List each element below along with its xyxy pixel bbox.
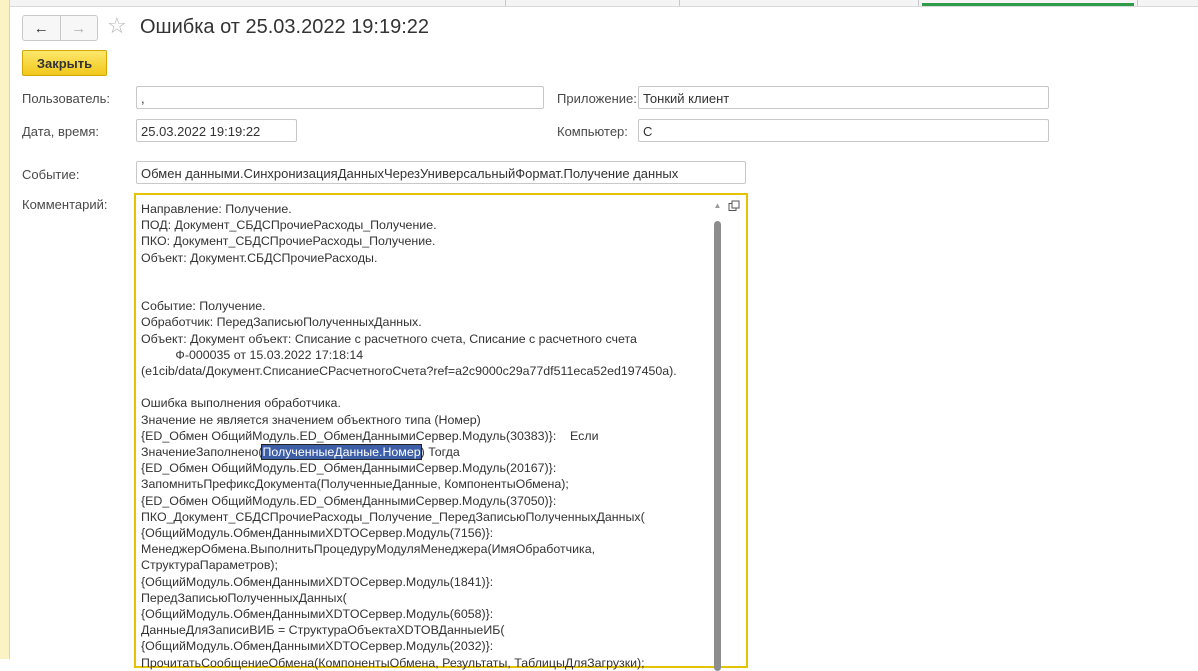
active-tab-indicator [922,3,1134,6]
arrow-right-icon: → [71,19,87,37]
comment-textarea[interactable]: Направление: Получение. ПОД: Документ_СБ… [134,193,748,671]
comment-text[interactable]: Направление: Получение. ПОД: Документ_СБ… [141,201,716,671]
expand-field-icon[interactable] [728,200,740,212]
arrow-left-icon: ← [33,19,49,37]
comment-label: Комментарий: [22,197,108,212]
user-field[interactable]: , [136,86,544,109]
datetime-label: Дата, время: [22,124,99,139]
scrollbar-thumb[interactable] [714,221,721,671]
user-label: Пользователь: [22,91,110,106]
page-title: Ошибка от 25.03.2022 19:19:22 [140,16,430,38]
close-button[interactable]: Закрыть [22,50,107,76]
favorite-star-icon[interactable]: ☆ [107,15,129,37]
side-panel-edge [0,0,10,659]
comment-text-part: ) Тогда {ED_Обмен ОбщийМодуль.ED_ОбменДа… [141,445,645,670]
event-label: Событие: [22,167,80,182]
app-field[interactable]: Тонкий клиент [638,86,1049,109]
forward-button[interactable]: → [61,16,98,40]
tab-strip [0,0,1198,7]
selected-text: ПолученныеДанные.Номер [261,444,422,461]
nav-buttons: ← → [22,15,98,41]
app-label: Приложение: [557,91,637,106]
tab-separator [505,0,506,6]
comment-text-part: Направление: Получение. ПОД: Документ_СБ… [141,202,677,460]
back-button[interactable]: ← [23,16,61,40]
computer-field[interactable]: С [638,119,1049,142]
datetime-field[interactable]: 25.03.2022 19:19:22 [136,119,297,142]
computer-label: Компьютер: [557,124,628,139]
tab-separator [1137,0,1138,6]
event-field[interactable]: Обмен данными.СинхронизацияДанныхЧерезУн… [136,161,746,184]
tab-separator [679,0,680,6]
scroll-up-arrow-icon[interactable]: ▲ [713,201,722,210]
vertical-scrollbar[interactable]: ▲ [713,199,722,671]
tab-separator [918,0,919,6]
